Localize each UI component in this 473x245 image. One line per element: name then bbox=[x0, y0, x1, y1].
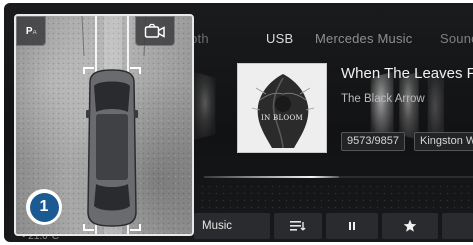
parking-assist-button[interactable]: P A bbox=[16, 16, 46, 46]
tab-usb[interactable]: USB bbox=[266, 31, 293, 46]
progress-fill bbox=[204, 176, 339, 178]
tab-mercedes-music[interactable]: Mercedes Music bbox=[315, 31, 412, 46]
album-cover[interactable]: IN BLOOM bbox=[237, 63, 327, 153]
camera-view-button[interactable] bbox=[135, 16, 175, 46]
callout-marker: 1 bbox=[26, 189, 62, 225]
screen: uetooth USB Mercedes Music Sounc IN BLOO… bbox=[0, 0, 473, 245]
playlist-icon bbox=[290, 221, 306, 231]
track-title: When The Leaves Fall bbox=[341, 65, 473, 82]
album-art bbox=[238, 64, 326, 152]
pause-icon bbox=[349, 222, 355, 230]
parking-assist-sublabel: A bbox=[31, 29, 37, 36]
track-count-chip[interactable]: 9573/9857 bbox=[341, 132, 405, 151]
album-thumb[interactable] bbox=[192, 71, 216, 141]
album-thumb[interactable] bbox=[399, 71, 419, 141]
music-button-label: Music bbox=[202, 220, 233, 232]
vehicle-top-view bbox=[86, 69, 138, 227]
pause-button[interactable] bbox=[326, 213, 378, 239]
track-artist: The Black Arrow bbox=[341, 93, 425, 105]
star-icon bbox=[403, 219, 417, 232]
more-button[interactable] bbox=[442, 213, 473, 239]
album-thumb[interactable] bbox=[370, 71, 394, 141]
album-cover-text: IN BLOOM bbox=[261, 114, 303, 122]
playlist-button[interactable] bbox=[274, 213, 322, 239]
bottom-control-bar: Music bbox=[194, 213, 473, 240]
tab-sound[interactable]: Sounc bbox=[440, 31, 473, 46]
station-chip[interactable]: Kingston W bbox=[414, 132, 473, 151]
parking-assist-icon: P A bbox=[26, 26, 37, 37]
favorite-button[interactable] bbox=[382, 213, 438, 239]
music-button[interactable]: Music bbox=[194, 213, 270, 239]
decorative-pattern bbox=[199, 183, 473, 211]
album-thumb[interactable] bbox=[427, 71, 444, 141]
camera-icon bbox=[144, 23, 165, 38]
progress-bar[interactable] bbox=[204, 176, 473, 178]
callout-number: 1 bbox=[29, 192, 59, 222]
